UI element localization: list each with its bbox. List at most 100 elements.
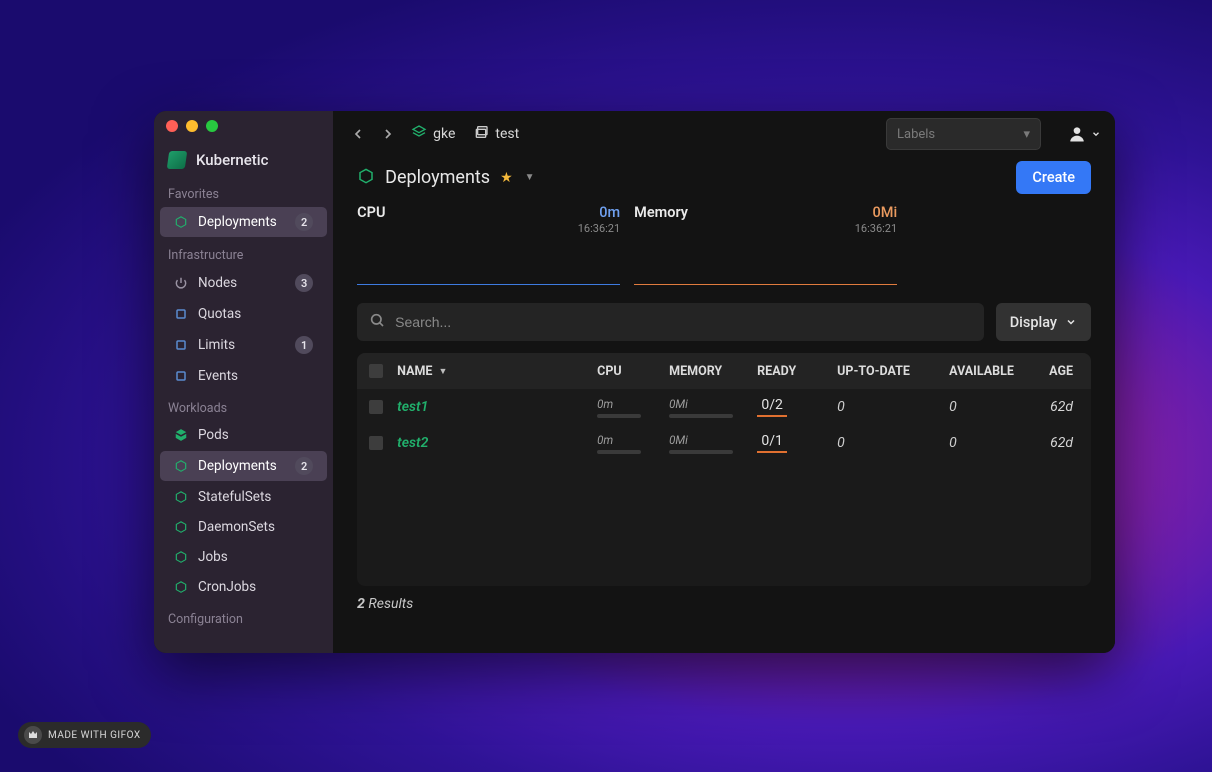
memory-sparkline bbox=[634, 284, 897, 285]
col-name[interactable]: NAME ▼ bbox=[397, 364, 597, 379]
table-row[interactable]: test1 0m 0Mi 0/2 0 0 62d bbox=[357, 389, 1091, 425]
deployment-name-link[interactable]: test2 bbox=[397, 435, 428, 451]
minimize-window-button[interactable] bbox=[186, 120, 198, 132]
namespace-chip[interactable]: test bbox=[473, 124, 519, 144]
col-age[interactable]: AGE bbox=[1049, 364, 1079, 379]
sidebar-item-limits[interactable]: Limits 1 bbox=[160, 330, 327, 360]
sidebar-badge: 2 bbox=[295, 457, 313, 475]
chevron-down-icon[interactable]: ▼ bbox=[525, 172, 535, 183]
col-uptodate[interactable]: UP-TO-DATE bbox=[837, 364, 949, 379]
available-cell: 0 bbox=[949, 435, 957, 451]
memory-time: 16:36:21 bbox=[855, 222, 897, 235]
deploy-icon bbox=[174, 550, 188, 564]
age-cell: 62d bbox=[1050, 399, 1073, 415]
row-checkbox[interactable] bbox=[369, 400, 383, 414]
cluster-chip[interactable]: gke bbox=[411, 124, 455, 144]
sidebar-item-label: DaemonSets bbox=[198, 519, 313, 535]
layers-icon bbox=[411, 124, 427, 144]
sidebar-item-label: Deployments bbox=[198, 214, 285, 230]
sidebar-badge: 2 bbox=[295, 213, 313, 231]
cpu-time: 16:36:21 bbox=[578, 222, 620, 235]
search-input[interactable] bbox=[395, 314, 972, 330]
labels-dropdown[interactable]: Labels ▾ bbox=[886, 118, 1041, 150]
cube-icon bbox=[174, 428, 188, 442]
square-icon bbox=[174, 338, 188, 352]
chevron-down-icon bbox=[1065, 316, 1077, 328]
sidebar-item-pods[interactable]: Pods bbox=[160, 421, 327, 449]
deployment-name-link[interactable]: test1 bbox=[397, 399, 428, 415]
sidebar-item-quotas[interactable]: Quotas bbox=[160, 300, 327, 328]
memory-value: 0Mi bbox=[855, 204, 897, 221]
col-ready[interactable]: READY bbox=[757, 364, 837, 379]
close-window-button[interactable] bbox=[166, 120, 178, 132]
row-checkbox[interactable] bbox=[369, 436, 383, 450]
maximize-window-button[interactable] bbox=[206, 120, 218, 132]
deploy-icon bbox=[174, 215, 188, 229]
table-row[interactable]: test2 0m 0Mi 0/1 0 0 62d bbox=[357, 425, 1091, 461]
cpu-label: CPU bbox=[357, 204, 385, 221]
sidebar-item-label: Deployments bbox=[198, 458, 285, 474]
col-memory[interactable]: MEMORY bbox=[669, 364, 757, 379]
labels-placeholder: Labels bbox=[897, 127, 935, 142]
sidebar-item-deployments[interactable]: Deployments 2 bbox=[160, 451, 327, 481]
user-menu[interactable] bbox=[1067, 124, 1101, 144]
app-window: Kubernetic Favorites Deployments 2 Infra… bbox=[154, 111, 1115, 653]
memory-chart: Memory 0Mi 16:36:21 bbox=[634, 204, 897, 287]
deploy-icon bbox=[174, 520, 188, 534]
create-button[interactable]: Create bbox=[1016, 161, 1091, 194]
topbar: gke test Labels ▾ bbox=[333, 111, 1115, 157]
ready-cell: 0/1 bbox=[757, 433, 787, 453]
sidebar-item-nodes[interactable]: Nodes 3 bbox=[160, 268, 327, 298]
results-count: 2 bbox=[357, 596, 365, 612]
sidebar-item-deployments-fav[interactable]: Deployments 2 bbox=[160, 207, 327, 237]
star-icon[interactable]: ★ bbox=[500, 170, 513, 186]
search-bar: Display bbox=[333, 299, 1115, 353]
cluster-name: gke bbox=[433, 126, 455, 142]
titlebar bbox=[154, 111, 333, 141]
section-configuration: Configuration bbox=[154, 602, 333, 631]
sidebar-badge: 3 bbox=[295, 274, 313, 292]
sidebar-item-events[interactable]: Events bbox=[160, 362, 327, 390]
results-summary: 2 Results bbox=[333, 586, 1115, 622]
memory-cell: 0Mi bbox=[669, 433, 733, 454]
section-workloads: Workloads bbox=[154, 391, 333, 420]
sort-icon: ▼ bbox=[438, 366, 447, 377]
nav-forward-button[interactable] bbox=[377, 123, 399, 145]
sidebar-item-label: StatefulSets bbox=[198, 489, 313, 505]
uptodate-cell: 0 bbox=[837, 435, 845, 451]
display-button[interactable]: Display bbox=[996, 303, 1091, 341]
sidebar-item-statefulsets[interactable]: StatefulSets bbox=[160, 483, 327, 511]
sidebar-item-label: Pods bbox=[198, 427, 313, 443]
col-cpu[interactable]: CPU bbox=[597, 364, 669, 379]
sidebar-badge: 1 bbox=[295, 336, 313, 354]
power-icon bbox=[174, 276, 188, 290]
square-icon bbox=[174, 307, 188, 321]
cpu-cell: 0m bbox=[597, 397, 641, 418]
cpu-value: 0m bbox=[578, 204, 620, 221]
col-available[interactable]: AVAILABLE bbox=[949, 364, 1049, 379]
nav-back-button[interactable] bbox=[347, 123, 369, 145]
square-icon bbox=[174, 369, 188, 383]
namespace-name: test bbox=[495, 126, 519, 142]
available-cell: 0 bbox=[949, 399, 957, 415]
brand-icon bbox=[167, 151, 188, 169]
search-container bbox=[357, 303, 984, 341]
sidebar-item-cronjobs[interactable]: CronJobs bbox=[160, 573, 327, 601]
sidebar-item-jobs[interactable]: Jobs bbox=[160, 543, 327, 571]
section-infrastructure: Infrastructure bbox=[154, 238, 333, 267]
deploy-icon bbox=[174, 459, 188, 473]
uptodate-cell: 0 bbox=[837, 399, 845, 415]
cpu-chart: CPU 0m 16:36:21 bbox=[357, 204, 620, 287]
memory-label: Memory bbox=[634, 204, 688, 221]
select-all-checkbox[interactable] bbox=[369, 364, 397, 378]
table-header: NAME ▼ CPU MEMORY READY UP-TO-DATE AVAIL… bbox=[357, 353, 1091, 389]
sidebar-item-label: Limits bbox=[198, 337, 285, 353]
sidebar-item-label: Jobs bbox=[198, 549, 313, 565]
stack-icon bbox=[473, 124, 489, 144]
brand-name: Kubernetic bbox=[196, 151, 268, 169]
page-header: Deployments ★ ▼ Create bbox=[333, 157, 1115, 202]
chevron-down-icon: ▾ bbox=[1023, 127, 1030, 142]
deploy-icon bbox=[174, 490, 188, 504]
sidebar-item-daemonsets[interactable]: DaemonSets bbox=[160, 513, 327, 541]
gifox-badge: MADE WITH GIFOX bbox=[18, 722, 151, 748]
